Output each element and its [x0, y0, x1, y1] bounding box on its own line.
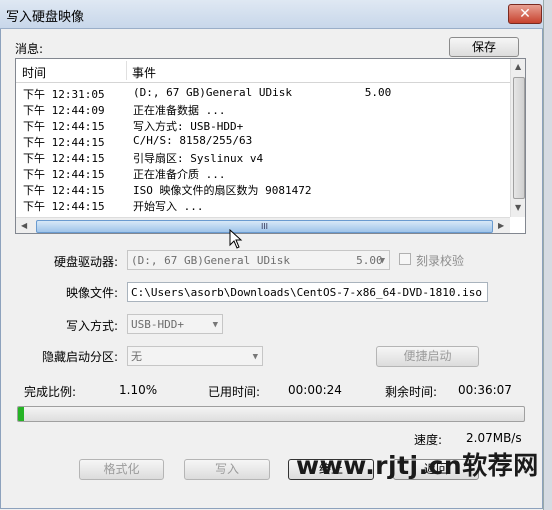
log-time: 下午 12:44:15 [23, 120, 105, 133]
log-header: 时间 事件 [16, 59, 511, 83]
progress-value: 1.10% [119, 383, 158, 397]
verify-checkbox[interactable] [399, 253, 411, 265]
vertical-scroll-thumb[interactable] [513, 77, 525, 199]
scroll-left-icon[interactable]: ◀ [21, 221, 27, 230]
scroll-down-icon[interactable]: ▼ [515, 203, 521, 212]
log-time: 下午 12:44:09 [23, 104, 105, 117]
log-event: 开始写入 ... [133, 200, 204, 213]
log-event: (D:, 67 GB)General UDisk 5.00 [133, 86, 392, 99]
hidden-partition-label: 隐藏启动分区: [42, 350, 119, 364]
column-header-event[interactable]: 事件 [132, 64, 156, 81]
horizontal-scrollbar[interactable]: ◀ III ▶ [16, 217, 510, 233]
vertical-scrollbar[interactable]: ▲ ▼ [510, 59, 525, 217]
chevron-down-icon: ▼ [212, 320, 218, 330]
progress-bar [17, 406, 525, 422]
column-header-time[interactable]: 时间 [22, 64, 46, 81]
log-time: 下午 12:31:05 [23, 88, 105, 101]
log-time: 下午 12:44:15 [23, 152, 105, 165]
format-button[interactable]: 格式化 [79, 459, 164, 480]
log-event: 正在准备数据 ... [133, 104, 226, 117]
speed-value: 2.07MB/s [466, 431, 522, 445]
log-event: 正在准备介质 ... [133, 168, 226, 181]
chevron-down-icon: ▼ [252, 352, 258, 362]
progress-fill [18, 407, 24, 421]
image-file-label: 映像文件: [66, 286, 119, 300]
progress-label: 完成比例: [24, 385, 77, 399]
message-log[interactable]: 时间 事件 下午 12:31:05 (D:, 67 GB)General UDis… [15, 58, 526, 234]
hidden-partition-select[interactable]: 无 ▼ [127, 346, 263, 366]
image-file-field[interactable]: C:\Users\asorb\Downloads\CentOS-7-x86_64… [127, 282, 488, 302]
write-mode-value: USB-HDD+ [131, 318, 184, 331]
log-event: ISO 映像文件的扇区数为 9081472 [133, 184, 312, 197]
log-event: 写入方式: USB-HDD+ [133, 120, 244, 133]
scroll-right-icon[interactable]: ▶ [498, 221, 504, 230]
log-time: 下午 12:44:15 [23, 168, 105, 181]
log-time: 下午 12:44:15 [23, 184, 105, 197]
write-mode-select[interactable]: USB-HDD+ ▼ [127, 314, 223, 334]
log-time: 下午 12:44:15 [23, 136, 105, 149]
horizontal-scroll-thumb[interactable]: III [36, 220, 493, 233]
window-title: 写入硬盘映像 [6, 10, 85, 25]
elapsed-time-label: 已用时间: [208, 385, 261, 399]
messages-label: 消息: [15, 42, 44, 56]
mouse-cursor-icon [229, 229, 243, 249]
hidden-partition-value: 无 [131, 350, 142, 363]
drive-label: 硬盘驱动器: [54, 255, 119, 269]
save-button[interactable]: 保存 [449, 37, 519, 57]
log-event: C/H/S: 8158/255/63 [133, 134, 253, 147]
remaining-time-value: 00:36:07 [458, 383, 512, 397]
close-button[interactable]: ✕ [508, 4, 542, 24]
write-mode-label: 写入方式: [66, 319, 119, 333]
chevron-down-icon: ▼ [379, 256, 385, 266]
drive-select-value: (D:, 67 GB)General UDisk 5.00 [131, 254, 383, 267]
quick-boot-button[interactable]: 便捷启动 [376, 346, 479, 367]
background-window-edge [543, 0, 552, 510]
drive-select[interactable]: (D:, 67 GB)General UDisk 5.00 ▼ [127, 250, 390, 270]
write-button[interactable]: 写入 [184, 459, 270, 480]
log-time: 下午 12:44:15 [23, 200, 105, 213]
log-event: 引导扇区: Syslinux v4 [133, 152, 264, 165]
watermark-text: www.rjtj.cn软荐网 [296, 451, 539, 480]
remaining-time-label: 剩余时间: [385, 385, 438, 399]
scroll-up-icon[interactable]: ▲ [515, 62, 521, 71]
elapsed-time-value: 00:00:24 [288, 383, 342, 397]
verify-label: 刻录校验 [416, 254, 465, 268]
